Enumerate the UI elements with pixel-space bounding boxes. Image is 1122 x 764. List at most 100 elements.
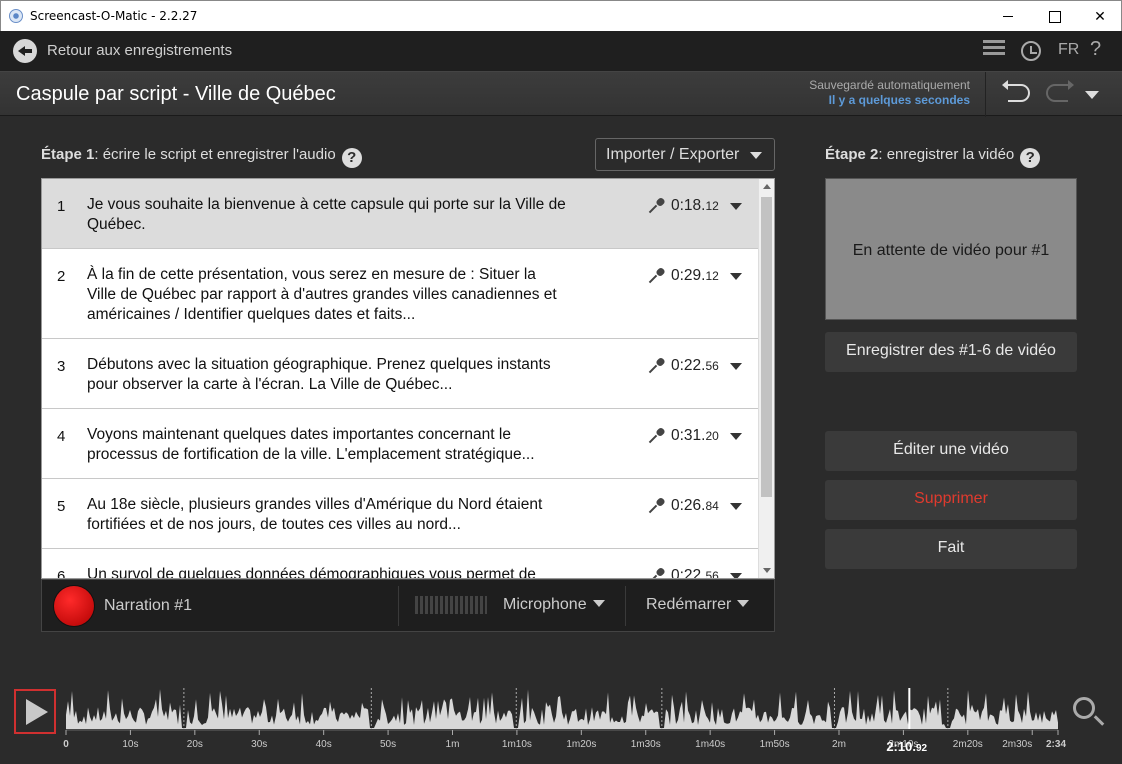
scrollbar-thumb[interactable]: [761, 197, 772, 497]
microphone-icon: [651, 268, 665, 282]
step1-help-icon[interactable]: ?: [341, 148, 362, 168]
record-video-button[interactable]: Enregistrer des #1-6 de vidéo: [825, 332, 1077, 372]
redo-icon[interactable]: [1046, 80, 1074, 102]
row-menu-chevron-down-icon[interactable]: [730, 433, 742, 440]
chevron-down-icon: [750, 152, 762, 159]
script-row[interactable]: 3 Débutons avec la situation géographiqu…: [42, 339, 758, 409]
row-duration: 0:22.56: [671, 357, 719, 375]
duration-main: 0:18.: [671, 197, 706, 214]
row-menu-chevron-down-icon[interactable]: [730, 273, 742, 280]
restart-dropdown[interactable]: Redémarrer: [646, 596, 750, 614]
row-text[interactable]: Débutons avec la situation géographique.…: [87, 355, 567, 395]
row-duration: 0:31.20: [671, 427, 719, 445]
top-nav: Retour aux enregistrements FR ?: [0, 31, 1122, 71]
timeline-tick-label: 1m20s: [566, 739, 596, 750]
duration-main: 0:29.: [671, 267, 706, 284]
row-menu-chevron-down-icon[interactable]: [730, 503, 742, 510]
script-scrollbar[interactable]: [758, 179, 774, 578]
row-duration: 0:29.12: [671, 267, 719, 285]
script-row[interactable]: 5 Au 18e siècle, plusieurs grandes ville…: [42, 479, 758, 549]
record-button[interactable]: [54, 586, 94, 626]
duration-fraction: 20: [705, 429, 719, 443]
restart-label: Redémarrer: [646, 596, 732, 613]
window-titlebar: Screencast-O-Matic - 2.2.27 ✕: [0, 0, 1122, 31]
video-preview: En attente de vidéo pour #1: [825, 178, 1077, 320]
step1-title: Étape 1: [41, 146, 95, 163]
close-button[interactable]: ✕: [1077, 1, 1122, 31]
back-arrow-icon[interactable]: [13, 39, 37, 63]
play-button[interactable]: [14, 689, 56, 734]
row-text[interactable]: Au 18e siècle, plusieurs grandes villes …: [87, 495, 567, 535]
history-icon[interactable]: [1021, 41, 1041, 61]
window-title: Screencast-O-Matic - 2.2.27: [30, 9, 198, 23]
chevron-down-icon: [737, 600, 750, 607]
maximize-button[interactable]: [1031, 1, 1077, 31]
app-icon: [9, 9, 23, 23]
timeline-tick-label: 0: [63, 739, 69, 750]
row-duration: 0:26.84: [671, 497, 719, 515]
duration-fraction: 12: [705, 269, 719, 283]
help-icon[interactable]: ?: [1090, 38, 1101, 61]
autosave-label: Sauvegardé automatiquement: [809, 78, 970, 92]
row-text[interactable]: Un survol de quelques données démographi…: [87, 565, 567, 578]
timeline-tick-label: 2m30s: [1002, 739, 1032, 750]
microphone-icon: [651, 358, 665, 372]
script-row[interactable]: 1 Je vous souhaite la bienvenue à cette …: [42, 179, 758, 249]
checklist-icon[interactable]: [983, 40, 1005, 60]
timeline-tick-label: 1m10s: [502, 739, 532, 750]
row-menu-chevron-down-icon[interactable]: [730, 203, 742, 210]
back-to-recordings-link[interactable]: Retour aux enregistrements: [47, 42, 232, 59]
timeline-tick-label: 1m30s: [631, 739, 661, 750]
script-row[interactable]: 4 Voyons maintenant quelques dates impor…: [42, 409, 758, 479]
step2-title: Étape 2: [825, 146, 879, 163]
project-title[interactable]: Caspule par script - Ville de Québec: [16, 83, 336, 106]
minimize-button[interactable]: [985, 1, 1031, 31]
row-number: 1: [57, 198, 66, 215]
timeline: 0 10s 20s 30s 40s 50s 1m 1m10s 1m20s 1m30s 1m40s 1m…: [0, 660, 1122, 764]
edit-video-button[interactable]: Éditer une vidéo: [825, 431, 1077, 471]
script-row[interactable]: 2 À la fin de cette présentation, vous s…: [42, 249, 758, 339]
project-menu-chevron-down-icon[interactable]: [1085, 91, 1099, 99]
duration-fraction: 56: [705, 569, 719, 579]
step1-heading: Étape 1: écrire le script et enregistrer…: [41, 146, 362, 168]
row-text[interactable]: À la fin de cette présentation, vous ser…: [87, 265, 567, 325]
step2-help-icon[interactable]: ?: [1020, 148, 1041, 168]
row-number: 2: [57, 268, 66, 285]
autosave-status: Sauvegardé automatiquement Il y a quelqu…: [760, 78, 970, 108]
row-text[interactable]: Voyons maintenant quelques dates importa…: [87, 425, 567, 465]
undo-icon[interactable]: [1002, 80, 1030, 102]
divider: [398, 586, 399, 626]
import-export-dropdown[interactable]: Importer / Exporter: [595, 138, 775, 171]
autosave-time: Il y a quelques secondes: [828, 93, 970, 107]
step2-heading: Étape 2: enregistrer la vidéo?: [825, 146, 1041, 168]
row-number: 6: [57, 568, 66, 579]
step2-description: : enregistrer la vidéo: [878, 146, 1015, 163]
script-list: 1 Je vous souhaite la bienvenue à cette …: [42, 179, 758, 579]
language-selector[interactable]: FR: [1058, 41, 1079, 59]
timeline-tick-label: 2m20s: [953, 739, 983, 750]
microphone-icon: [651, 428, 665, 442]
script-row[interactable]: 6 Un survol de quelques données démograp…: [42, 549, 758, 579]
delete-button[interactable]: Supprimer: [825, 480, 1077, 520]
timeline-tick-label: 20s: [187, 739, 203, 750]
timeline-tick-label: 30s: [251, 739, 267, 750]
scroll-down-icon[interactable]: [763, 568, 771, 573]
duration-main: 0:31.: [671, 427, 706, 444]
audio-level-meter: [415, 596, 487, 614]
header-divider: [985, 72, 986, 117]
duration-fraction: 56: [705, 359, 719, 373]
microphone-icon: [651, 568, 665, 578]
zoom-icon[interactable]: [1073, 697, 1095, 719]
row-number: 4: [57, 428, 66, 445]
timeline-tick-label: 2m: [832, 739, 846, 750]
waveform-timeline[interactable]: 0 10s 20s 30s 40s 50s 1m 1m10s 1m20s 1m30s 1m40s 1m…: [0, 660, 1122, 764]
row-duration: 0:18.12: [671, 197, 719, 215]
row-menu-chevron-down-icon[interactable]: [730, 363, 742, 370]
done-button[interactable]: Fait: [825, 529, 1077, 569]
duration-main: 0:22.: [671, 567, 706, 579]
microphone-icon: [651, 498, 665, 512]
scroll-up-icon[interactable]: [763, 184, 771, 189]
script-panel: 1 Je vous souhaite la bienvenue à cette …: [41, 178, 775, 579]
microphone-dropdown[interactable]: Microphone: [503, 596, 605, 614]
row-text[interactable]: Je vous souhaite la bienvenue à cette ca…: [87, 195, 567, 235]
